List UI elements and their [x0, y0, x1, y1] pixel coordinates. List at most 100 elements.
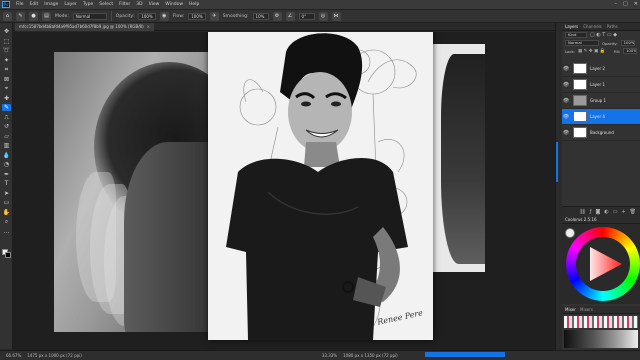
flow-field[interactable]: 100%	[188, 12, 206, 20]
tab-channels[interactable]: Channels	[583, 23, 602, 30]
blend-mode-select[interactable]: Normal	[565, 40, 599, 46]
airbrush-icon[interactable]: ✈	[209, 11, 219, 21]
brush-tool-icon[interactable]: ✎	[2, 104, 11, 111]
menu-layer[interactable]: Layer	[61, 2, 80, 7]
layer-name[interactable]: Layer 2	[590, 66, 605, 71]
tab-layers[interactable]: Layers	[565, 23, 578, 30]
fx-icon[interactable]: ƒ	[590, 209, 592, 215]
more-tool-icon[interactable]: …	[2, 228, 11, 235]
zoom-tool-icon[interactable]: ⌕	[2, 218, 11, 225]
flow-label: Flow:	[172, 13, 185, 19]
close-icon[interactable]: ×	[147, 24, 150, 29]
layer-name[interactable]: Layer 4	[590, 114, 605, 119]
layer-row[interactable]: 👁 Layer 4	[562, 109, 640, 125]
menu-file[interactable]: File	[13, 2, 27, 7]
adjustment-icon[interactable]: ◐	[604, 209, 608, 215]
artwork-main-portrait: Renee Pere	[208, 32, 433, 340]
gradient-tool-icon[interactable]: ▥	[2, 142, 11, 149]
menu-window[interactable]: Window	[162, 2, 186, 7]
lasso-tool-icon[interactable]: ➰	[2, 47, 11, 54]
menu-type[interactable]: Type	[80, 2, 96, 7]
status-zoom-right[interactable]: 33.33%	[322, 353, 337, 358]
pen-tool-icon[interactable]: ✒	[2, 171, 11, 178]
lock-icons[interactable]: ▦ ✎ ✥ ▣ 🔒	[578, 49, 605, 54]
maximize-button[interactable]: □	[623, 1, 628, 7]
mixer-gradient[interactable]	[564, 330, 638, 348]
eye-icon[interactable]: 👁	[562, 130, 570, 136]
status-zoom[interactable]: 66.67%	[6, 353, 21, 358]
path-select-tool-icon[interactable]: ➤	[2, 190, 11, 197]
mask-icon[interactable]: ◙	[595, 209, 600, 215]
eye-icon[interactable]: 👁	[562, 98, 570, 104]
brush-preset-icon[interactable]: ✎	[16, 11, 25, 21]
healing-tool-icon[interactable]: ✚	[2, 95, 11, 102]
status-doc-info[interactable]: 1475 px x 1000 px (72 ppi)	[27, 353, 82, 358]
layers-scrollbar[interactable]	[556, 142, 558, 182]
new-layer-icon[interactable]: +	[621, 209, 625, 215]
layer-fill-field[interactable]: 100%	[623, 48, 637, 54]
layer-row[interactable]: 👁 Layer 2	[562, 61, 640, 77]
filter-icons[interactable]: ▢ ◐ T ▭ ◆	[590, 32, 617, 38]
marquee-tool-icon[interactable]: ⬚	[2, 38, 11, 45]
pressure-size-icon[interactable]: ◎	[318, 11, 328, 21]
trash-icon[interactable]: 🗑	[630, 209, 636, 215]
color-wheel[interactable]	[566, 227, 640, 301]
tab-paths[interactable]: Paths	[607, 23, 618, 30]
eraser-tool-icon[interactable]: ▱	[2, 133, 11, 140]
layer-kind-filter[interactable]: Kind	[565, 32, 587, 38]
history-brush-tool-icon[interactable]: ↺	[2, 123, 11, 130]
background-color-swatch[interactable]	[5, 252, 11, 258]
eyedropper-tool-icon[interactable]: ⌖	[2, 85, 11, 92]
menu-filter[interactable]: Filter	[116, 2, 133, 7]
angle-icon[interactable]: ∠	[285, 11, 295, 21]
document-tab[interactable]: mfcc1587bd4b8afd4a9f95ad7b60d7f8b9.jpg @…	[15, 23, 155, 31]
dodge-tool-icon[interactable]: ◔	[2, 161, 11, 168]
eye-icon[interactable]: 👁	[562, 82, 570, 88]
gear-icon[interactable]: ⚙	[272, 11, 282, 21]
layer-row[interactable]: 👁 Layer 1	[562, 77, 640, 93]
blur-tool-icon[interactable]: 💧	[2, 152, 11, 159]
angle-field[interactable]: 0°	[298, 12, 315, 20]
minimize-button[interactable]: –	[615, 1, 618, 7]
opacity-field[interactable]: 100%	[138, 12, 156, 20]
status-doc-info-right[interactable]: 1080 px x 1350 px (72 ppi)	[343, 353, 398, 358]
menu-edit[interactable]: Edit	[27, 2, 42, 7]
color-triangle[interactable]	[576, 237, 630, 291]
smoothing-field[interactable]: 10%	[252, 12, 269, 20]
layer-row[interactable]: 👁 Group 1	[562, 93, 640, 109]
mode-select[interactable]: Normal	[72, 12, 107, 20]
layer-name[interactable]: Group 1	[590, 98, 606, 103]
layer-row[interactable]: 👁 Background	[562, 125, 640, 141]
rectangle-tool-icon[interactable]: ▭	[2, 199, 11, 206]
menu-select[interactable]: Select	[96, 2, 116, 7]
close-button[interactable]: ✕	[634, 1, 638, 7]
mixer-swatches[interactable]	[564, 316, 638, 328]
brush-size-picker[interactable]: ●	[29, 11, 38, 21]
pressure-opacity-icon[interactable]: ◉	[159, 11, 169, 21]
canvas-area[interactable]: Renee Pere	[13, 32, 555, 350]
frame-tool-icon[interactable]: ⊠	[2, 76, 11, 83]
foreground-color-swatch[interactable]	[565, 228, 575, 238]
hand-tool-icon[interactable]: ✋	[2, 209, 11, 216]
move-tool-icon[interactable]: ✥	[2, 28, 11, 35]
menu-image[interactable]: Image	[41, 2, 61, 7]
symmetry-icon[interactable]: ⋈	[331, 11, 341, 21]
layer-name[interactable]: Background	[590, 130, 614, 135]
tab-mixers[interactable]: Mixers	[580, 306, 593, 314]
menu-view[interactable]: View	[146, 2, 163, 7]
clone-stamp-tool-icon[interactable]: ⎍	[2, 114, 11, 121]
brush-settings-icon[interactable]: ▤	[42, 11, 51, 21]
tab-mixer[interactable]: Mixer	[565, 306, 576, 314]
eye-icon[interactable]: 👁	[562, 66, 570, 72]
quick-select-tool-icon[interactable]: ✦	[2, 57, 11, 64]
home-icon[interactable]: ⌂	[3, 11, 12, 21]
crop-tool-icon[interactable]: ⌗	[2, 66, 11, 73]
link-icon[interactable]: ⛓	[579, 209, 585, 215]
menu-help[interactable]: Help	[186, 2, 202, 7]
menu-3d[interactable]: 3D	[133, 2, 145, 7]
eye-icon[interactable]: 👁	[562, 114, 570, 120]
folder-icon[interactable]: ▭	[613, 209, 618, 215]
layer-opacity-field[interactable]: 100%	[620, 40, 635, 46]
layer-name[interactable]: Layer 1	[590, 82, 605, 87]
type-tool-icon[interactable]: T	[2, 180, 11, 187]
